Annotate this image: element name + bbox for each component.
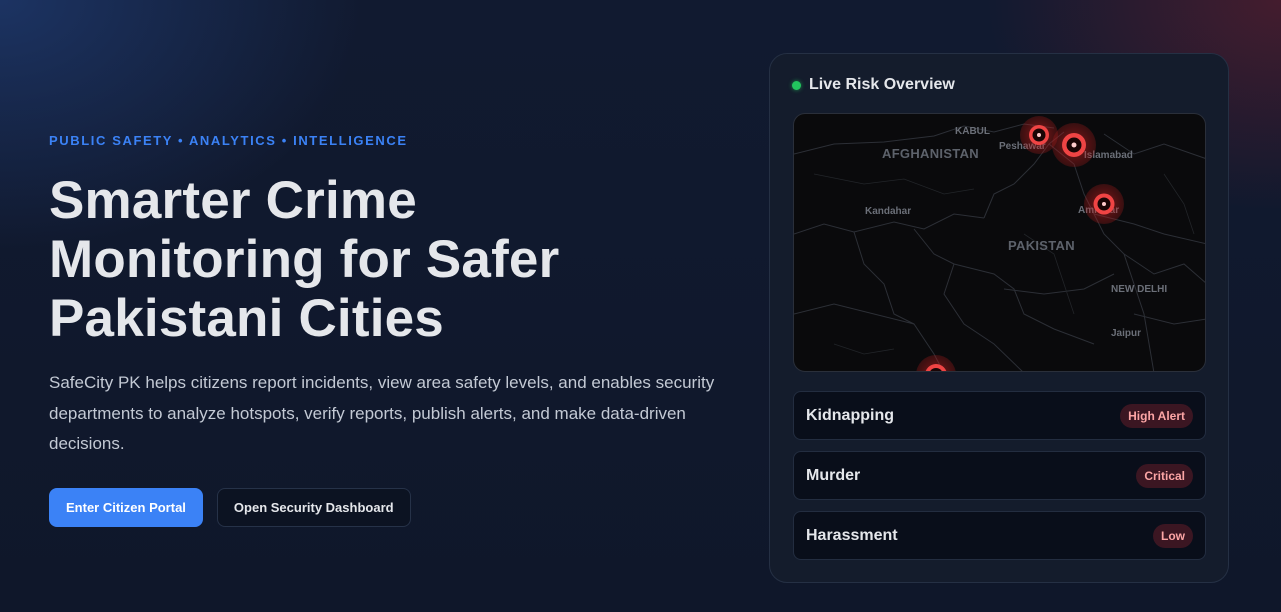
live-risk-card: Live Risk Overview AFGHANISTAN PAKISTAN … xyxy=(769,53,1229,583)
live-status-dot-icon xyxy=(792,80,801,90)
hero-section: PUBLIC SAFETY • ANALYTICS • INTELLIGENCE… xyxy=(49,133,739,527)
risk-name: Harassment xyxy=(806,526,898,544)
hotspot-marker-islamabad[interactable] xyxy=(1052,123,1096,167)
risk-level-badge: Critical xyxy=(1136,463,1193,488)
card-title: Live Risk Overview xyxy=(809,76,955,93)
risk-level-badge: High Alert xyxy=(1120,403,1193,428)
card-header: Live Risk Overview xyxy=(792,76,955,94)
hero-description: SafeCity PK helps citizens report incide… xyxy=(49,373,715,453)
open-security-dashboard-button[interactable]: Open Security Dashboard xyxy=(216,487,411,527)
risk-level-badge: Low xyxy=(1153,523,1193,548)
map-label-new-delhi: NEW DELHI xyxy=(1111,284,1168,295)
hero-actions: Enter Citizen Portal Open Security Dashb… xyxy=(49,487,739,527)
risk-item-harassment[interactable]: Harassment Low xyxy=(793,511,1206,560)
enter-citizen-portal-button[interactable]: Enter Citizen Portal xyxy=(49,487,203,527)
map-label-pakistan: PAKISTAN xyxy=(1008,238,1075,253)
risk-name: Murder xyxy=(806,466,861,484)
risk-name: Kidnapping xyxy=(806,406,894,424)
map-label-kandahar: Kandahar xyxy=(865,206,912,217)
map-label-jaipur: Jaipur xyxy=(1111,328,1142,339)
map-label-afghanistan: AFGHANISTAN xyxy=(882,146,979,161)
hero-headline: Smarter Crime Monitoring for Safer Pakis… xyxy=(49,171,560,348)
risk-list: Kidnapping High Alert Murder Critical Ha… xyxy=(793,391,1206,571)
risk-item-kidnapping[interactable]: Kidnapping High Alert xyxy=(793,391,1206,440)
map-borders xyxy=(794,123,1205,371)
risk-map[interactable]: AFGHANISTAN PAKISTAN KABUL Peshawar Isla… xyxy=(793,113,1206,372)
hero-eyebrow: PUBLIC SAFETY • ANALYTICS • INTELLIGENCE xyxy=(49,133,408,148)
risk-item-murder[interactable]: Murder Critical xyxy=(793,451,1206,500)
hotspot-marker-amritsar[interactable] xyxy=(1084,184,1124,224)
map-label-kabul: KABUL xyxy=(955,126,990,137)
